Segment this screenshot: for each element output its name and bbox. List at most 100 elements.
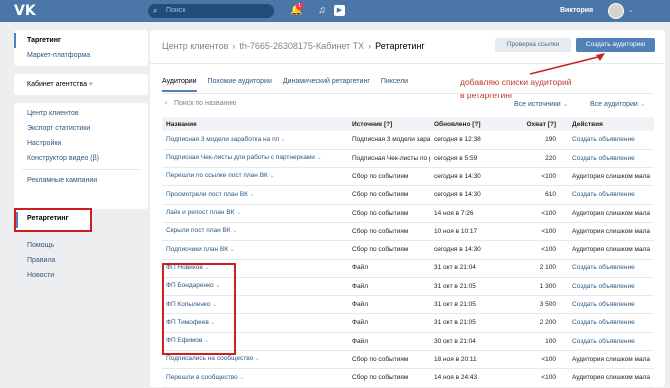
create-ad-link[interactable]: Создать объявление	[568, 277, 654, 297]
audience-coverage-text: <100	[541, 355, 556, 363]
tab-lookalike[interactable]: Похожие аудитории	[208, 78, 272, 92]
audience-name-text: Подписались на сообщество	[166, 355, 254, 363]
audience-name-text: Подписчики план ВК	[166, 245, 229, 253]
create-ad-link[interactable]: Создать объявление	[568, 295, 654, 315]
audience-name[interactable]: ФП Бондаренко ⌄	[162, 277, 348, 297]
chevron-down-icon[interactable]: ⌄	[228, 247, 235, 253]
chevron-down-icon[interactable]: ⌄	[248, 192, 255, 198]
audience-source: Файл	[348, 313, 430, 333]
audience-name[interactable]: Лайк и репост план ВК ⌄	[162, 204, 348, 223]
audience-name[interactable]: Перешли по ссылке пост план ВК ⌄	[162, 167, 348, 187]
table-row: Подписались на сообщество ⌄ Сбор по событ…	[162, 350, 654, 370]
audience-name[interactable]: ФП Копыленко ⌄	[162, 295, 348, 315]
audience-name-text: Перешли в сообщество	[166, 373, 238, 381]
avatar[interactable]	[608, 3, 624, 19]
chevron-down-icon[interactable]: ⌄	[234, 210, 241, 216]
create-ad-link[interactable]: Создать объявление	[568, 185, 654, 205]
create-ad-link[interactable]: Создать объявление	[568, 332, 654, 352]
audience-coverage: <100	[518, 368, 568, 388]
nav-item-market-platform[interactable]: Маркет-платформа	[14, 48, 148, 63]
chevron-down-icon[interactable]: ⌄	[202, 338, 209, 344]
table-row: ФП Тимофеев ⌄ Файл 31 окт в 21:05 2 200 Созд…	[162, 313, 654, 333]
table-header-row: Название Источник [?] Обновлено [?] Охва…	[162, 117, 654, 131]
audience-source-text: Сбор по событиям	[352, 227, 409, 235]
chevron-down-icon[interactable]: ⌄	[209, 320, 216, 326]
audiences-select-label: Все аудитории	[590, 101, 638, 108]
column-header-name[interactable]: Название	[162, 117, 348, 131]
column-header-updated[interactable]: Обновлено [?]	[430, 117, 518, 131]
chevron-down-icon[interactable]: ⌄	[268, 173, 274, 179]
audience-coverage-text: <100	[541, 209, 556, 217]
audience-name[interactable]: Подписались на сообщество ⌄	[162, 350, 348, 370]
chevron-down-icon[interactable]: ⌄	[231, 228, 237, 234]
top-bar: VK ⌕ Поиск 🔔 1 ♫ ▶ Виктория ⌄	[0, 0, 670, 22]
video-icon[interactable]: ▶	[334, 5, 345, 16]
chevron-down-icon[interactable]: ⌄	[238, 375, 244, 381]
audience-source: Сбор по событиям	[348, 222, 430, 242]
chevron-down-icon[interactable]: ⌄	[203, 265, 209, 271]
sources-select-label: Все источники	[514, 101, 561, 108]
user-name[interactable]: Виктория	[560, 0, 593, 22]
nav-item-settings[interactable]: Настройки	[14, 136, 148, 151]
nav-item-news[interactable]: Новости	[14, 268, 148, 283]
audience-updated: 10 ноя в 10:17	[430, 222, 518, 242]
left-nav: Таргетинг Маркет-платформа Кабинет агент…	[14, 30, 148, 217]
music-icon[interactable]: ♫	[316, 5, 328, 17]
nav-item-rules[interactable]: Правила	[14, 253, 148, 268]
audience-coverage-text: <100	[541, 227, 556, 235]
sources-select[interactable]: Все источники ⌄	[514, 100, 569, 108]
vk-logo[interactable]: VK	[14, 3, 36, 19]
chevron-down-icon[interactable]: ⌄	[315, 155, 322, 161]
nav-item-export-stats[interactable]: Экспорт статистики	[14, 121, 148, 136]
audience-source: Сбор по событиям	[348, 240, 430, 260]
nav-item-video-constructor[interactable]: Конструктор видео (β)	[14, 151, 148, 166]
column-header-source[interactable]: Источник [?]	[348, 117, 430, 131]
audiences-select[interactable]: Все аудитории ⌄	[590, 100, 646, 108]
column-header-coverage[interactable]: Охват [?]	[518, 117, 568, 131]
nav-item-client-center[interactable]: Центр клиентов	[14, 106, 148, 121]
audience-name[interactable]: Просмотрели пост план ВК ⌄	[162, 185, 348, 205]
chevron-down-icon[interactable]: ⌄	[279, 137, 286, 143]
chevron-down-icon[interactable]: ⌄	[214, 283, 220, 289]
create-ad-link[interactable]: Создать объявление	[568, 149, 654, 169]
audience-coverage-text: 1 300	[539, 282, 556, 290]
audience-coverage: 3 500	[518, 295, 568, 315]
audience-status-text: Аудитория слишком мала	[572, 246, 650, 254]
tab-pixels[interactable]: Пиксели	[381, 78, 408, 92]
audience-name[interactable]: ФП Ефимов ⌄	[162, 332, 348, 352]
table-row: Перешли в сообщество ⌄ Сбор по событиям 14…	[162, 368, 654, 388]
create-ad-link[interactable]: Создать объявление	[568, 259, 654, 278]
create-ad-link[interactable]: Создать объявление	[568, 131, 654, 150]
create-ad-link[interactable]: Создать объявление	[568, 313, 654, 333]
tabs: Аудитории Похожие аудитории Динамический…	[162, 78, 417, 92]
audience-name[interactable]: Скрыли пост план ВК ⌄	[162, 222, 348, 242]
audience-name[interactable]: ФП Тимофеев ⌄	[162, 313, 348, 333]
audience-source-text: Сбор по событиям	[352, 355, 409, 363]
audience-status: Аудитория слишком мала	[568, 167, 654, 187]
tab-audiences[interactable]: Аудитории	[162, 78, 197, 92]
audience-status-text: Аудитория слишком мала	[572, 209, 650, 217]
audience-source-text: Сбор по событиям	[352, 374, 409, 382]
nav-item-ad-campaigns[interactable]: Рекламные кампании	[14, 173, 148, 188]
nav-item-retargeting[interactable]: Ретаргетинг	[14, 208, 92, 232]
audience-name[interactable]: ФП Новиков ⌄	[162, 259, 348, 278]
nav-item-targeting[interactable]: Таргетинг	[14, 33, 148, 48]
audience-name[interactable]: Подписчики план ВК ⌄	[162, 240, 348, 260]
audience-search-input[interactable]: ⌕ Поиск по названию	[162, 100, 236, 107]
chevron-down-icon[interactable]: ⌄	[211, 302, 217, 308]
tab-dynamic-retargeting[interactable]: Динамический ретаргетинг	[283, 78, 370, 92]
audience-coverage-text: 2 200	[539, 319, 556, 327]
audience-name-text: Перешли по ссылке пост план ВК	[166, 172, 268, 180]
audience-name[interactable]: Подписная 3 модели заработка на пп ⌄	[162, 131, 348, 150]
audience-status: Аудитория слишком мала	[568, 350, 654, 370]
audience-source-text: Файл	[352, 282, 368, 290]
audience-name[interactable]: Подписная Чек-листы для работы с партнер…	[162, 149, 348, 169]
agency-cabinet-select[interactable]: Кабинет агентства ▾	[14, 77, 148, 92]
global-search-input[interactable]: ⌕ Поиск	[148, 4, 274, 18]
chevron-down-icon[interactable]: ⌄	[253, 356, 260, 362]
audience-updated-text: 30 окт в 21:04	[434, 337, 476, 345]
nav-item-help[interactable]: Помощь	[14, 238, 148, 253]
audience-name[interactable]: Перешли в сообщество ⌄	[162, 368, 348, 388]
chevron-down-icon[interactable]: ⌄	[628, 6, 634, 14]
